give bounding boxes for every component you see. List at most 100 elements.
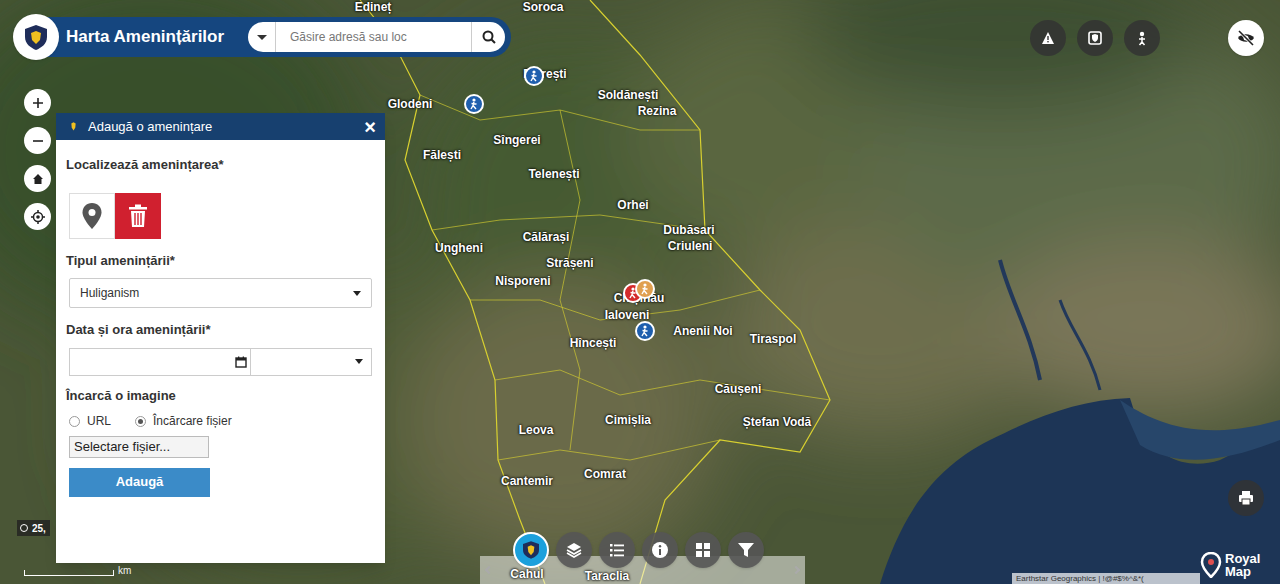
close-button[interactable]: × [361, 117, 379, 137]
dialog-header: Adaugă o amenințare × [56, 113, 385, 140]
crosshair-icon [31, 210, 45, 224]
place-label: Criuleni [668, 240, 713, 252]
place-label: Ialoveni [605, 309, 650, 321]
toolbar-button[interactable] [599, 532, 635, 568]
add-button-text: Adaugă [116, 472, 164, 492]
place-label: Ștefan Vodă [743, 416, 811, 428]
place-label: Dubăsari [663, 224, 714, 236]
add-button[interactable]: Adaugă [69, 468, 210, 497]
zoom-in-button[interactable] [24, 89, 51, 116]
file-select-button[interactable]: Selectare fișier... [69, 436, 209, 458]
locate-tools [69, 193, 375, 239]
scale-line [24, 570, 114, 576]
brand-logo[interactable]: Royal Map [1200, 552, 1273, 578]
add-threat-dialog: Adaugă o amenințare × Localizează amenin… [56, 113, 385, 563]
person-icon [468, 98, 480, 110]
place-pin-button[interactable] [69, 193, 115, 239]
map-controls [24, 89, 51, 230]
file-select-text: Selectare fișier... [74, 437, 170, 457]
delete-pin-button[interactable] [115, 193, 161, 239]
top-tools [1030, 20, 1160, 56]
place-label: Căușeni [715, 383, 762, 395]
radio-button[interactable] [135, 416, 146, 427]
eye-off-icon [1236, 28, 1256, 48]
radio-label: Încărcare fișier [153, 412, 232, 430]
place-label: Soroca [523, 1, 564, 13]
search-scope-dropdown[interactable] [248, 22, 276, 52]
place-label: Telenești [528, 168, 579, 180]
search-box [248, 22, 505, 52]
date-input[interactable] [69, 348, 251, 376]
threat-marker[interactable] [635, 279, 655, 299]
minus-icon [32, 135, 44, 147]
place-label: Cantemir [501, 475, 553, 487]
locate-button[interactable] [24, 203, 51, 230]
place-label: Sîngerei [493, 134, 540, 146]
logo-icon[interactable] [13, 14, 59, 60]
list-icon [608, 541, 626, 559]
scroll-left-icon[interactable] [485, 566, 493, 574]
search-input[interactable] [276, 22, 471, 52]
zoom-out-button[interactable] [24, 127, 51, 154]
time-select[interactable] [251, 348, 372, 376]
toolbar-button[interactable] [513, 532, 549, 568]
type-label: Tipul amenințării* [66, 251, 375, 271]
hide-button[interactable] [1228, 20, 1264, 56]
image-source-option[interactable]: URL [69, 412, 111, 430]
person-icon [528, 70, 540, 82]
threat-marker[interactable] [524, 66, 544, 86]
place-label: Tiraspol [750, 333, 796, 345]
locate-label: Localizează amenințarea* [66, 155, 375, 175]
search-button[interactable] [471, 22, 505, 52]
place-label: Comrat [584, 468, 626, 480]
toolbar-button[interactable] [642, 532, 678, 568]
threat-marker[interactable] [464, 94, 484, 114]
caret-icon [353, 291, 361, 296]
place-label: Cahul [510, 568, 543, 580]
map-pin-icon [1200, 552, 1222, 578]
caret-icon [355, 359, 363, 364]
threat-marker[interactable] [635, 321, 655, 341]
logo-icon [521, 540, 541, 560]
place-label: Ungheni [435, 242, 483, 254]
place-label: Nisporeni [495, 275, 550, 287]
caret-icon [257, 35, 267, 40]
print-button[interactable] [1228, 480, 1264, 516]
threat-button[interactable] [1030, 20, 1066, 56]
place-label: Edineț [355, 1, 392, 13]
report-button[interactable] [1077, 20, 1113, 56]
place-label: Călărași [523, 231, 570, 243]
place-label: Rezina [638, 105, 677, 117]
dialog-title: Adaugă o amenințare [88, 117, 353, 137]
threat-type-value: Huliganism [80, 284, 353, 302]
app-title: Harta Amenințărilor [66, 24, 224, 50]
radio-button[interactable] [69, 416, 80, 427]
place-label: Hîncești [570, 337, 617, 349]
location-button[interactable] [1124, 20, 1160, 56]
logo-icon [67, 120, 80, 133]
image-source-options: URL Încărcare fișier [69, 412, 375, 430]
plus-icon [32, 97, 44, 109]
image-source-option[interactable]: Încărcare fișier [135, 412, 232, 430]
layers-icon [565, 541, 583, 559]
radio-label: URL [87, 412, 111, 430]
toolbar-button[interactable] [685, 532, 721, 568]
map-pin-icon [82, 203, 102, 229]
attribution-text: Earthstar Geographics | !@#$%^&*( [1016, 575, 1144, 583]
radio-dot [138, 419, 143, 424]
place-label: Cimișlia [605, 414, 651, 426]
toolbar-button[interactable] [556, 532, 592, 568]
home-icon [32, 173, 44, 185]
place-label: Taraclia [585, 570, 629, 582]
home-button[interactable] [24, 165, 51, 192]
threat-type-select[interactable]: Huliganism [69, 278, 372, 308]
coordinates-text: 25, [32, 521, 46, 536]
toolbar-button[interactable] [728, 532, 764, 568]
brand-text: Royal Map [1225, 552, 1273, 578]
place-label: Leova [519, 424, 554, 436]
info-icon [651, 541, 669, 559]
crosshair-icon [20, 524, 28, 532]
scroll-right-icon[interactable] [792, 566, 800, 574]
place-label: Orhei [617, 199, 648, 211]
coordinates-display: 25, [17, 520, 50, 536]
